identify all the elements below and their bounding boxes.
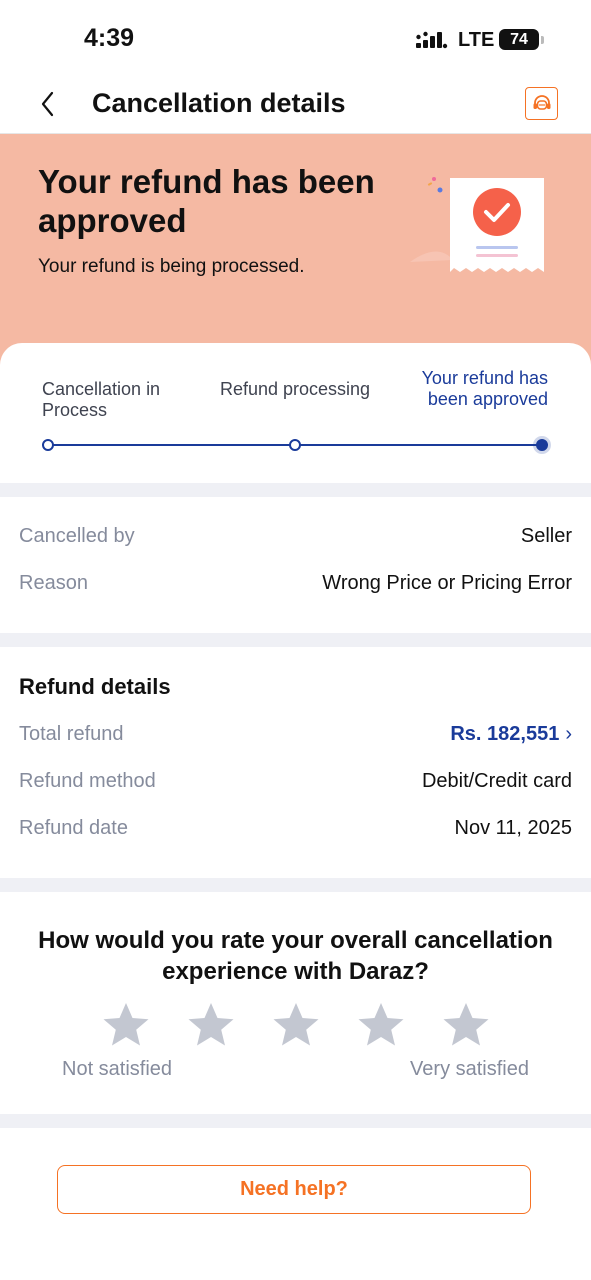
total-refund-label: Total refund bbox=[19, 723, 124, 745]
rating-low-label: Not satisfied bbox=[62, 1058, 173, 1080]
refund-date-row: Refund date Nov 11, 2025 bbox=[19, 817, 572, 843]
cancelled-by-label: Cancelled by bbox=[19, 525, 135, 547]
battery-level: 74 bbox=[510, 30, 528, 48]
chevron-left-icon bbox=[41, 91, 54, 117]
refund-status-banner: Your refund has been approved Your refun… bbox=[0, 134, 591, 374]
total-refund-link[interactable]: Rs. 182,551 › bbox=[450, 723, 572, 746]
rating-question: How would you rate your overall cancella… bbox=[38, 927, 553, 985]
cancellation-info-card: Cancelled by Seller Reason Wrong Price o… bbox=[0, 497, 591, 633]
nav-bar: Cancellation details bbox=[0, 74, 591, 134]
reason-value: Wrong Price or Pricing Error bbox=[322, 572, 572, 594]
signal-icon bbox=[416, 31, 448, 49]
refund-method-row: Refund method Debit/Credit card bbox=[19, 770, 572, 796]
refund-date-value: Nov 11, 2025 bbox=[454, 817, 573, 839]
step-dot-1 bbox=[42, 439, 54, 451]
receipt-check-icon bbox=[410, 177, 544, 272]
step-refund-approved: Your refund has been approved bbox=[421, 368, 548, 409]
step-refund-processing: Refund processing bbox=[219, 379, 371, 399]
star-icon[interactable] bbox=[271, 1000, 321, 1050]
refund-date-label: Refund date bbox=[19, 817, 128, 839]
reason-label: Reason bbox=[19, 572, 88, 594]
cancelled-by-value: Seller bbox=[520, 525, 572, 547]
page-title: Cancellation details bbox=[92, 88, 346, 118]
need-help-button[interactable]: Need help? bbox=[57, 1165, 531, 1214]
step-cancellation-in-process: Cancellation in Process bbox=[42, 379, 161, 420]
customer-service-icon bbox=[533, 94, 550, 110]
refund-status-subtitle: Your refund is being processed. bbox=[38, 256, 305, 277]
help-section: Need help? bbox=[0, 1128, 591, 1280]
step-dot-2 bbox=[289, 439, 301, 451]
refund-details-title: Refund details bbox=[19, 674, 171, 699]
total-refund-value: Rs. 182,551 bbox=[450, 723, 560, 745]
star-icon[interactable] bbox=[356, 1000, 406, 1050]
refund-status-title: Your refund has been approved bbox=[38, 163, 375, 239]
battery-tip bbox=[541, 36, 544, 44]
battery-icon: 74 bbox=[499, 29, 539, 50]
network-type: LTE bbox=[458, 29, 495, 51]
step-dot-3-current bbox=[536, 439, 548, 451]
star-icon[interactable] bbox=[441, 1000, 491, 1050]
star-icon[interactable] bbox=[186, 1000, 236, 1050]
rating-card: How would you rate your overall cancella… bbox=[0, 892, 591, 1114]
star-icon[interactable] bbox=[101, 1000, 151, 1050]
refund-method-value: Debit/Credit card bbox=[421, 770, 572, 792]
status-time: 4:39 bbox=[84, 24, 135, 52]
star-rating bbox=[101, 1000, 491, 1050]
refund-details-card: Refund details Total refund Rs. 182,551 ›… bbox=[0, 647, 591, 878]
reason-row: Reason Wrong Price or Pricing Error bbox=[19, 572, 572, 598]
back-button[interactable] bbox=[30, 86, 66, 122]
refund-method-label: Refund method bbox=[19, 770, 156, 792]
cancelled-by-row: Cancelled by Seller bbox=[19, 525, 572, 551]
status-bar: 4:39 LTE 74 bbox=[0, 0, 591, 74]
customer-service-button[interactable] bbox=[525, 87, 558, 120]
refund-progress-tracker: Cancellation in Process Refund processin… bbox=[0, 343, 591, 483]
chevron-right-icon: › bbox=[565, 723, 572, 745]
rating-high-label: Very satisfied bbox=[410, 1058, 529, 1080]
total-refund-row: Total refund Rs. 182,551 › bbox=[19, 723, 572, 749]
